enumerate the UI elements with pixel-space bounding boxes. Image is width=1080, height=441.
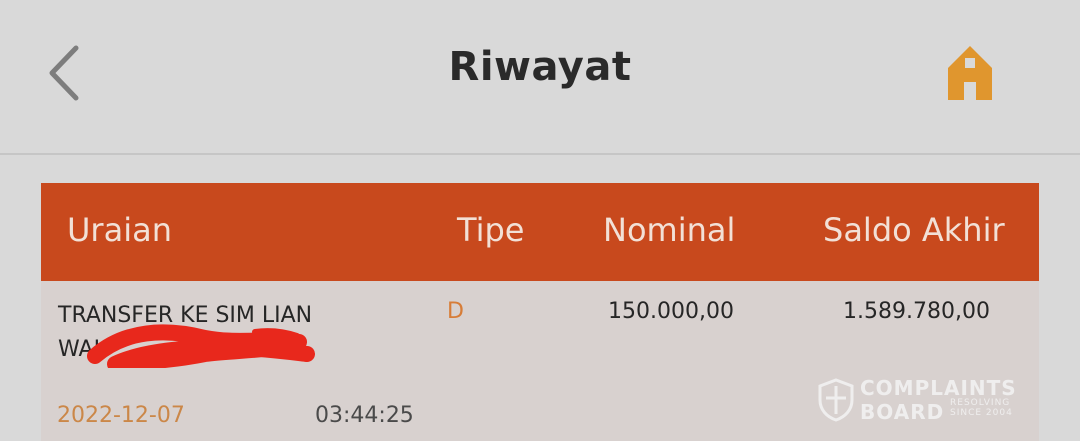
home-button[interactable] xyxy=(944,44,996,102)
row-tipe: D xyxy=(447,299,464,324)
row-saldo-akhir: 1.589.780,00 xyxy=(843,299,990,324)
column-tipe: Tipe xyxy=(457,211,525,249)
row-date: 2022-12-07 xyxy=(57,403,185,428)
watermark-tag1: RESOLVING xyxy=(950,398,1011,408)
row-time: 03:44:25 xyxy=(315,403,414,428)
column-saldo-akhir: Saldo Akhir xyxy=(823,211,1005,249)
watermark-logo: COMPLAINTS BOARD RESOLVING SINCE 2004 xyxy=(818,376,1038,426)
column-nominal: Nominal xyxy=(603,211,736,249)
column-uraian: Uraian xyxy=(67,211,172,249)
redaction-scribble xyxy=(87,324,315,368)
shield-icon xyxy=(818,378,854,422)
page-title: Riwayat xyxy=(448,44,632,90)
watermark-tagline: RESOLVING SINCE 2004 xyxy=(950,398,1013,418)
table-header: Uraian Tipe Nominal Saldo Akhir xyxy=(41,183,1039,281)
row-nominal: 150.000,00 xyxy=(608,299,734,324)
watermark-line2: BOARD xyxy=(860,400,945,424)
home-icon xyxy=(948,46,992,100)
app-header: Riwayat xyxy=(0,0,1080,155)
watermark-line1: COMPLAINTS xyxy=(860,376,1017,400)
watermark-tag2: SINCE 2004 xyxy=(950,408,1013,418)
